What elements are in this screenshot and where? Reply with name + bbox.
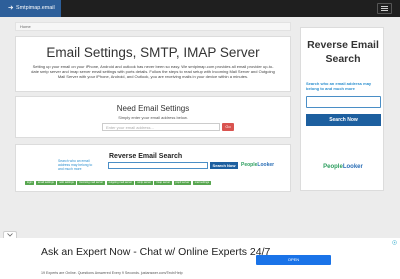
sidebar-reverse-search-ad: Reverse Email Search Search who an email… (300, 27, 384, 191)
bottom-ad-banner[interactable]: Ask an Expert Now - Chat w/ Online Exper… (0, 238, 400, 279)
reverse-search-ad[interactable]: Reverse Email Search Search who an email… (49, 151, 274, 185)
tag-link[interactable]: email settings (35, 181, 56, 185)
chevron-down-icon (7, 233, 13, 237)
page-title: Email Settings, SMTP, IMAP Server (46, 45, 260, 60)
brand-name: Smtpimap.email (16, 5, 55, 11)
ad-blurb: Search who an email address may belong t… (58, 159, 93, 171)
brand-link[interactable]: Smtpimap.email (0, 0, 61, 17)
peoplelooker-logo: PeopleLooker (241, 162, 275, 168)
email-settings-panel: Need Email Settings Simply enter your em… (15, 96, 291, 138)
intro-panel: Email Settings, SMTP, IMAP Server Settin… (15, 36, 291, 92)
go-button[interactable]: Go (222, 123, 234, 131)
tag-link[interactable]: mail settings (192, 181, 212, 185)
peoplelooker-logo: PeopleLooker (323, 164, 363, 170)
email-settings-heading: Need Email Settings (116, 104, 190, 113)
bottom-ad-subtitle: 19 Experts are Online. Questions Answere… (41, 271, 183, 275)
envelope-icon (8, 5, 14, 10)
intro-description: Setting up your email on your iPhone, An… (31, 64, 275, 79)
tag-list: login email settings web settings incomi… (25, 181, 235, 185)
menu-toggle-button[interactable] (377, 3, 392, 14)
reverse-search-ad-panel: Reverse Email Search Search who an email… (15, 144, 291, 192)
tag-link[interactable]: pop3 server (173, 181, 192, 185)
tag-link[interactable]: login (25, 181, 35, 185)
collapse-ad-button[interactable] (3, 231, 17, 238)
ad-title: Reverse Email Search (109, 153, 183, 160)
tag-link[interactable]: web settings (57, 181, 76, 185)
top-navbar: Smtpimap.email (0, 0, 400, 17)
email-settings-subtitle: Simply enter your email address below. (118, 115, 188, 120)
email-address-input[interactable] (102, 123, 220, 131)
tag-link[interactable]: outgoing mail server (106, 181, 134, 185)
open-button[interactable]: OPEN (256, 255, 331, 265)
sidebar-ad-title: Reverse Email Search (307, 39, 379, 65)
bottom-ad-title: Ask an Expert Now - Chat w/ Online Exper… (41, 246, 271, 258)
breadcrumb: Home (15, 22, 291, 31)
ad-search-button[interactable]: Search Now (210, 162, 238, 169)
adchoices-icon[interactable] (392, 240, 397, 245)
tag-link[interactable]: smtp server (135, 181, 153, 185)
tag-link[interactable]: imap server (154, 181, 173, 185)
sidebar-ad-blurb: Search who an email address may belong t… (306, 81, 372, 91)
tag-link[interactable]: incoming mail server (77, 181, 106, 185)
sidebar-search-input[interactable] (306, 96, 381, 108)
sidebar-search-button[interactable]: Search Now (306, 114, 381, 126)
ad-search-input[interactable] (108, 162, 208, 169)
breadcrumb-home-link[interactable]: Home (20, 24, 31, 29)
